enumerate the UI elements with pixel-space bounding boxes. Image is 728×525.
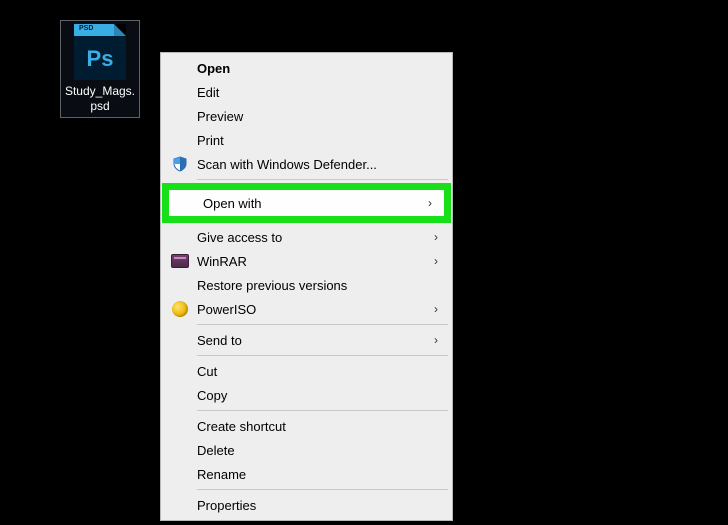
menu-label: Open with	[203, 196, 412, 211]
menu-label: Edit	[197, 85, 418, 100]
menu-label: Cut	[197, 364, 418, 379]
menu-item-edit[interactable]: Edit	[163, 80, 450, 104]
menu-label: PowerISO	[197, 302, 418, 317]
menu-label: WinRAR	[197, 254, 418, 269]
menu-item-give-access[interactable]: Give access to ›	[163, 225, 450, 249]
menu-separator	[197, 355, 448, 356]
submenu-arrow-icon: ›	[434, 333, 438, 347]
defender-shield-icon	[171, 155, 189, 173]
menu-label: Send to	[197, 333, 418, 348]
menu-separator	[197, 179, 448, 180]
menu-item-scan-defender[interactable]: Scan with Windows Defender...	[163, 152, 450, 176]
menu-label: Preview	[197, 109, 418, 124]
ps-logo-text: Ps	[74, 46, 126, 72]
menu-item-rename[interactable]: Rename	[163, 462, 450, 486]
menu-item-print[interactable]: Print	[163, 128, 450, 152]
submenu-arrow-icon: ›	[434, 254, 438, 268]
menu-item-open-with[interactable]: Open with ›	[169, 190, 444, 216]
winrar-icon	[171, 252, 189, 270]
menu-item-restore-prev[interactable]: Restore previous versions	[163, 273, 450, 297]
highlight-open-with: Open with ›	[162, 183, 451, 223]
menu-item-send-to[interactable]: Send to ›	[163, 328, 450, 352]
menu-item-poweriso[interactable]: PowerISO ›	[163, 297, 450, 321]
menu-separator	[197, 324, 448, 325]
menu-label: Print	[197, 133, 418, 148]
menu-item-winrar[interactable]: WinRAR ›	[163, 249, 450, 273]
submenu-arrow-icon: ›	[434, 302, 438, 316]
menu-item-cut[interactable]: Cut	[163, 359, 450, 383]
submenu-arrow-icon: ›	[434, 230, 438, 244]
menu-label: Create shortcut	[197, 419, 418, 434]
menu-label: Scan with Windows Defender...	[197, 157, 418, 172]
menu-separator	[197, 410, 448, 411]
menu-item-preview[interactable]: Preview	[163, 104, 450, 128]
psd-file-icon: PSD Ps	[74, 24, 126, 80]
file-name-label: Study_Mags.psd	[64, 84, 136, 114]
submenu-arrow-icon: ›	[428, 196, 432, 210]
menu-label: Open	[197, 61, 418, 76]
menu-separator	[197, 489, 448, 490]
menu-item-delete[interactable]: Delete	[163, 438, 450, 462]
menu-item-copy[interactable]: Copy	[163, 383, 450, 407]
menu-label: Give access to	[197, 230, 418, 245]
desktop-file[interactable]: PSD Ps Study_Mags.psd	[60, 20, 140, 118]
menu-item-create-shortcut[interactable]: Create shortcut	[163, 414, 450, 438]
context-menu: Open Edit Preview Print Scan with Window…	[160, 52, 453, 521]
menu-label: Copy	[197, 388, 418, 403]
menu-label: Properties	[197, 498, 418, 513]
menu-label: Delete	[197, 443, 418, 458]
menu-item-open[interactable]: Open	[163, 56, 450, 80]
menu-label: Rename	[197, 467, 418, 482]
menu-item-properties[interactable]: Properties	[163, 493, 450, 517]
psd-badge: PSD	[77, 25, 95, 32]
menu-label: Restore previous versions	[197, 278, 418, 293]
poweriso-icon	[171, 300, 189, 318]
